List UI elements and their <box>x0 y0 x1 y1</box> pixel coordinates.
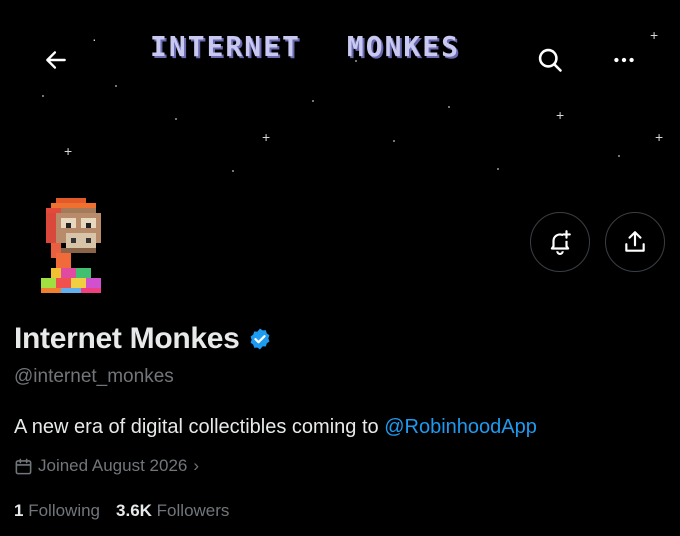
star-decoration <box>42 95 44 97</box>
bio-text: A new era of digital collectibles coming… <box>14 416 385 438</box>
profile-name-row: Internet Monkes <box>14 322 272 356</box>
followers-link[interactable]: 3.6K Followers <box>116 501 229 521</box>
chevron-right-icon: › <box>193 456 200 475</box>
verified-badge-icon[interactable] <box>248 327 272 351</box>
star-decoration <box>232 170 234 172</box>
star-decoration <box>448 106 450 108</box>
calendar-icon <box>15 458 32 474</box>
following-label: Following <box>28 501 101 520</box>
profile-stats: 1 Following 3.6K Followers <box>14 501 245 521</box>
star-decoration: · <box>92 31 97 47</box>
banner-title-word: MONKES <box>346 30 461 63</box>
bio-mention-link[interactable]: @RobinhoodApp <box>384 416 537 438</box>
bell-plus-icon <box>550 230 571 255</box>
share-button[interactable] <box>605 212 665 272</box>
star-decoration <box>497 168 499 170</box>
notify-button[interactable] <box>530 212 590 272</box>
search-button[interactable] <box>530 40 570 80</box>
profile-name: Internet Monkes <box>14 322 240 355</box>
following-count: 1 <box>14 501 24 520</box>
more-options-button[interactable] <box>604 40 644 80</box>
star-decoration <box>175 118 177 120</box>
star-decoration <box>115 85 117 87</box>
star-decoration: + <box>556 107 565 123</box>
share-icon <box>625 231 645 252</box>
star-decoration: + <box>64 143 73 159</box>
profile-bio: A new era of digital collectibles coming… <box>14 416 537 439</box>
back-button[interactable] <box>36 40 76 80</box>
star-decoration: + <box>650 27 659 43</box>
followers-label: Followers <box>156 501 230 520</box>
star-decoration: + <box>655 129 664 145</box>
banner-title: INTERNET MONKES <box>150 30 460 63</box>
star-decoration <box>618 155 620 157</box>
joined-date-row[interactable]: Joined August 2026 › <box>14 456 199 476</box>
avatar[interactable] <box>36 198 116 298</box>
joined-date: Joined August 2026 <box>38 456 188 475</box>
more-dots-icon <box>614 57 634 63</box>
avatar-image <box>41 198 101 293</box>
search-icon <box>538 48 562 72</box>
profile-handle: @internet_monkes <box>14 366 174 387</box>
followers-count: 3.6K <box>116 501 152 520</box>
banner-title-word: INTERNET <box>150 30 301 63</box>
following-link[interactable]: 1 Following <box>14 501 100 521</box>
star-decoration: + <box>262 129 271 145</box>
star-decoration <box>312 100 314 102</box>
star-decoration <box>393 140 395 142</box>
arrow-left-icon <box>46 51 66 69</box>
